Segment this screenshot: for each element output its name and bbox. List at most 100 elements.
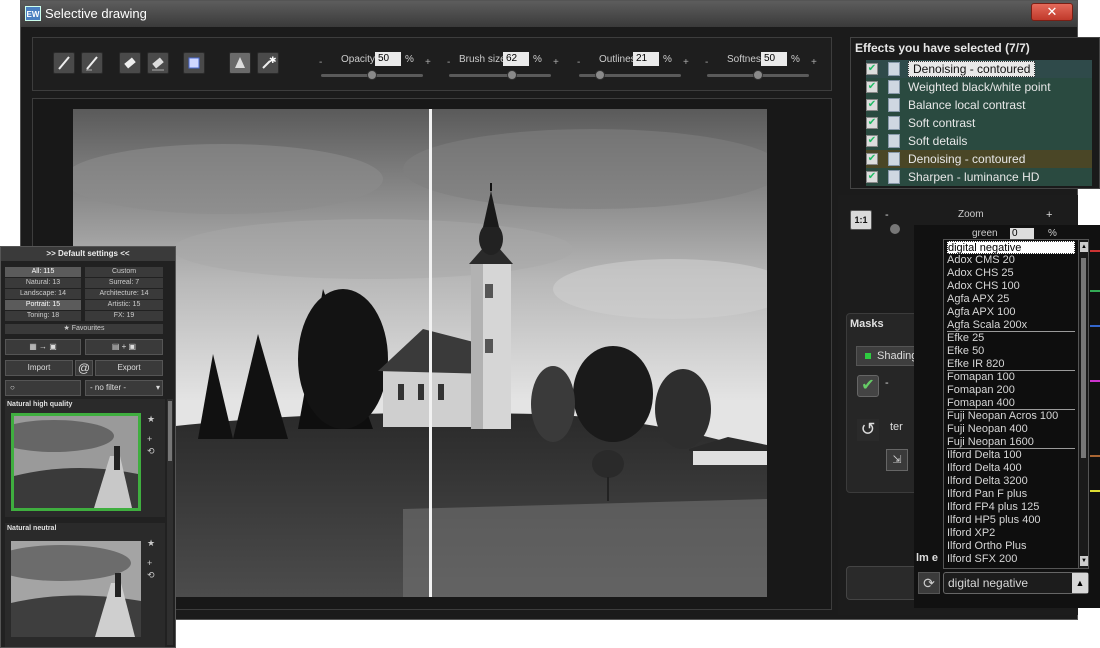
film-list-item[interactable]: Agfa APX 25: [947, 293, 1075, 306]
split-divider[interactable]: [429, 109, 432, 597]
film-list-item[interactable]: Ilford Delta 3200: [947, 475, 1075, 488]
preset-thumbnail[interactable]: [11, 541, 141, 637]
outlines-value[interactable]: 21: [633, 52, 659, 66]
chevron-up-icon[interactable]: ▲: [1072, 573, 1088, 593]
effect-row[interactable]: ✔ Soft contrast: [866, 114, 1092, 132]
film-list-item[interactable]: Ilford FP4 plus 125: [947, 501, 1075, 514]
presets-scrollbar[interactable]: [167, 399, 173, 645]
effect-checkbox[interactable]: ✔: [866, 99, 878, 111]
softness-minus[interactable]: -: [705, 57, 708, 68]
film-list-item[interactable]: Ilford HP5 plus 400: [947, 514, 1075, 527]
preset-filter-button[interactable]: Surreal: 7: [85, 278, 163, 288]
reset-icon[interactable]: ⟲: [147, 569, 155, 581]
film-combo-select[interactable]: digital negative ▲: [943, 572, 1089, 594]
preset-filter-button[interactable]: Toning: 18: [5, 311, 81, 321]
shading-button[interactable]: Shading: [856, 346, 920, 366]
softness-plus[interactable]: +: [811, 57, 817, 68]
preset-filter-button[interactable]: All: 115: [5, 267, 81, 277]
effect-row[interactable]: ✔ Soft details: [866, 132, 1092, 150]
film-list-item[interactable]: digital negative: [947, 241, 1075, 254]
film-list-item[interactable]: Ilford Delta 100: [947, 449, 1075, 462]
reset-icon[interactable]: ⟲: [147, 445, 155, 457]
zoom-1-1-button[interactable]: 1:1: [850, 210, 872, 230]
eraser-icon[interactable]: [119, 52, 141, 74]
outlines-knob[interactable]: [595, 70, 606, 80]
film-list-item[interactable]: Efke 25: [947, 332, 1075, 345]
zoom-plus[interactable]: +: [1046, 209, 1052, 221]
effect-row[interactable]: ✔ Weighted black/white point: [866, 78, 1092, 96]
outlines-slider[interactable]: Outlines 21 % - +: [573, 51, 689, 81]
preset-filter-button[interactable]: Landscape: 14: [5, 289, 81, 299]
at-button[interactable]: @: [75, 360, 93, 376]
film-list-item[interactable]: Ilford SFX 200: [947, 553, 1075, 566]
color-field-value[interactable]: 0: [1010, 228, 1034, 239]
preset-search-input[interactable]: ○: [5, 380, 81, 396]
effect-checkbox[interactable]: ✔: [866, 135, 878, 147]
close-button[interactable]: ✕: [1031, 3, 1073, 21]
film-list-item[interactable]: Fuji Neopan Acros 100: [947, 410, 1075, 423]
softness-slider[interactable]: Softness 50 % - +: [701, 51, 817, 81]
apply-check-button[interactable]: ✔: [857, 375, 879, 397]
undo-icon[interactable]: ↺: [857, 419, 879, 441]
add-preset-button[interactable]: ▤ + ▣: [85, 339, 163, 355]
film-list-item[interactable]: Ilford Delta 400: [947, 462, 1075, 475]
export-button[interactable]: Export: [95, 360, 163, 376]
effect-checkbox[interactable]: ✔: [866, 63, 878, 75]
fill-icon[interactable]: [183, 52, 205, 74]
effect-checkbox[interactable]: ✔: [866, 81, 878, 93]
brush-icon[interactable]: [53, 52, 75, 74]
effect-checkbox[interactable]: ✔: [866, 117, 878, 129]
outlines-track[interactable]: [579, 74, 681, 77]
plus-icon[interactable]: +: [147, 433, 155, 445]
grid-to-save-button[interactable]: ▦ → ▣: [5, 339, 81, 355]
effect-row[interactable]: ✔ Denoising - contoured: [866, 60, 1092, 78]
scroll-up-icon[interactable]: ▲: [1080, 242, 1088, 252]
opacity-minus[interactable]: -: [319, 57, 322, 68]
brush-size-slider[interactable]: Brush size 62 % - +: [443, 51, 559, 81]
film-list-item[interactable]: Agfa APX 100: [947, 306, 1075, 319]
preset-filter-button[interactable]: Portrait: 15: [5, 300, 81, 310]
preset-thumbnail[interactable]: [11, 413, 141, 511]
film-list-item[interactable]: Adox CMS 20: [947, 254, 1075, 267]
effect-row[interactable]: ✔ Sharpen - luminance HD: [866, 168, 1092, 186]
preview-photo[interactable]: [73, 109, 767, 597]
effect-checkbox[interactable]: ✔: [866, 171, 878, 183]
outlines-minus[interactable]: -: [577, 57, 580, 68]
scroll-down-icon[interactable]: ▼: [1080, 556, 1088, 566]
film-list-item[interactable]: Ilford Pan F plus: [947, 488, 1075, 501]
brush-alt-icon[interactable]: [81, 52, 103, 74]
film-list-item[interactable]: Ilford Ortho Plus: [947, 540, 1075, 553]
softness-value[interactable]: 50: [761, 52, 787, 66]
preset-card-natural-high-quality[interactable]: Natural high quality ★ + ⟲: [5, 399, 165, 517]
magic-wand-icon[interactable]: ✱: [257, 52, 279, 74]
film-type-list[interactable]: digital negative Adox CMS 20 Adox CHS 25 Ad…: [943, 239, 1089, 569]
brush-size-plus[interactable]: +: [553, 57, 559, 68]
softness-knob[interactable]: [753, 70, 763, 80]
preset-filter-button[interactable]: Artistic: 15: [85, 300, 163, 310]
preset-card-natural-neutral[interactable]: Natural neutral ★ + ⟲: [5, 523, 165, 647]
presets-scroll-thumb[interactable]: [168, 401, 172, 461]
export-icon[interactable]: ⇲: [886, 449, 908, 471]
film-list-item[interactable]: Adox CHS 25: [947, 267, 1075, 280]
star-icon[interactable]: ★: [147, 537, 155, 549]
opacity-slider[interactable]: Opacity 50 % - +: [315, 51, 431, 81]
outlines-plus[interactable]: +: [683, 57, 689, 68]
masks-minus[interactable]: -: [885, 377, 889, 389]
filter-select[interactable]: - no filter - ▾: [85, 380, 163, 396]
film-list-item[interactable]: Adox CHS 100: [947, 280, 1075, 293]
refresh-icon[interactable]: ⟳: [918, 572, 940, 594]
restore-icon[interactable]: [229, 52, 251, 74]
film-list-item[interactable]: Fomapan 200: [947, 384, 1075, 397]
film-list-item[interactable]: Fomapan 100: [947, 371, 1075, 384]
brush-size-knob[interactable]: [507, 70, 518, 80]
opacity-plus[interactable]: +: [425, 57, 431, 68]
zoom-knob[interactable]: [890, 224, 900, 234]
effect-row[interactable]: ✔ Denoising - contoured: [866, 150, 1092, 168]
zoom-minus[interactable]: -: [885, 209, 889, 221]
favourites-button[interactable]: ★ Favourites: [5, 324, 163, 334]
opacity-value[interactable]: 50: [375, 52, 401, 66]
scroll-thumb[interactable]: [1081, 258, 1086, 458]
film-list-item[interactable]: Efke 50: [947, 345, 1075, 358]
preset-filter-button[interactable]: Architecture: 14: [85, 289, 163, 299]
brush-size-value[interactable]: 62: [503, 52, 529, 66]
